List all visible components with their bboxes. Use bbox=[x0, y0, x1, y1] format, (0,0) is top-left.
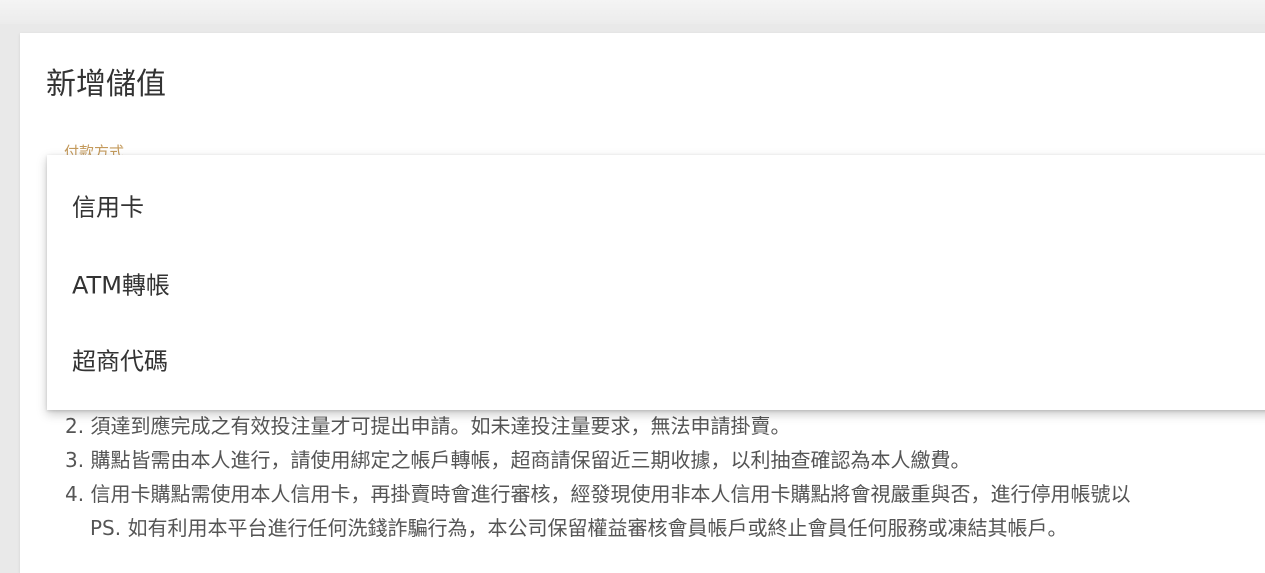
note-ps: PS. 如有利用本平台進行任何洗錢詐騙行為，本公司保留權益審核會員帳戶或終止會員… bbox=[90, 516, 1068, 540]
payment-method-dropdown-menu: 信用卡 ATM轉帳 超商代碼 bbox=[47, 155, 1265, 410]
note-item: 2. 須達到應完成之有效投注量才可提出申請。如未達投注量要求，無法申請掛賣。 bbox=[65, 414, 791, 438]
note-item: 3. 購點皆需由本人進行，請使用綁定之帳戶轉帳，超商請保留近三期收據，以利抽查確… bbox=[65, 448, 971, 472]
option-atm-transfer[interactable]: ATM轉帳 bbox=[47, 245, 1265, 321]
top-bar bbox=[0, 0, 1265, 24]
note-item: 4. 信用卡購點需使用本人信用卡，再掛賣時會進行審核，經發現使用非本人信用卡購點… bbox=[65, 482, 1131, 506]
notes-list: 2. 須達到應完成之有效投注量才可提出申請。如未達投注量要求，無法申請掛賣。 3… bbox=[65, 409, 1265, 545]
option-convenience-store-code[interactable]: 超商代碼 bbox=[47, 321, 1265, 397]
option-label: 信用卡 bbox=[72, 193, 144, 222]
option-label: 超商代碼 bbox=[72, 347, 168, 376]
option-label: ATM轉帳 bbox=[72, 271, 170, 300]
option-credit-card[interactable]: 信用卡 bbox=[47, 167, 1265, 243]
page-title: 新增儲值 bbox=[46, 67, 166, 102]
